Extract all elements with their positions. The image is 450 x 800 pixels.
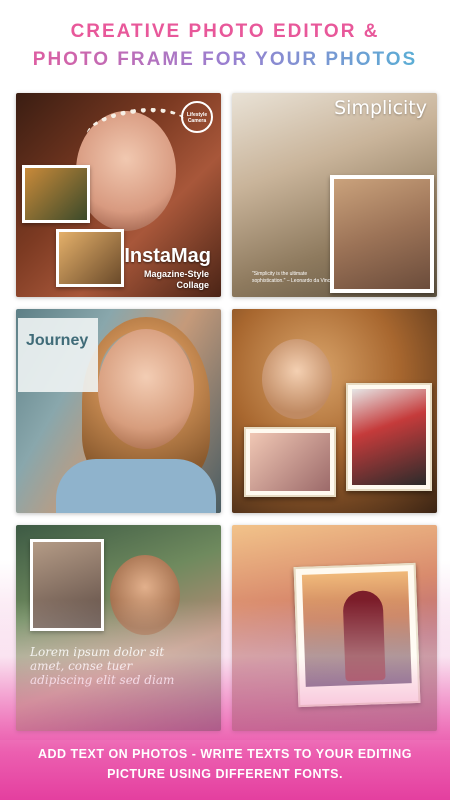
template-card-couple[interactable] (232, 525, 437, 731)
framed-photo (30, 539, 104, 631)
instamag-subtitle-line-2: Collage (176, 280, 209, 290)
couple-silhouette (342, 590, 386, 682)
instamag-title: InstaMag (124, 245, 211, 267)
headline-line-1: CREATIVE PHOTO EDITOR & (70, 21, 380, 42)
polaroid-photo (301, 571, 412, 687)
template-card-instamag[interactable]: Lifestyle Camera InstaMag Magazine-Style… (16, 93, 221, 297)
child-face (110, 555, 180, 635)
template-grid: Lifestyle Camera InstaMag Magazine-Style… (16, 93, 437, 733)
template-card-journey[interactable]: Journey (16, 309, 221, 513)
instamag-subtitle-line-1: Magazine-Style (143, 269, 209, 279)
lifestyle-camera-badge: Lifestyle Camera (181, 101, 213, 133)
polaroid-frame (244, 427, 336, 497)
polaroid-photo (352, 389, 426, 485)
inset-photo (22, 165, 90, 223)
polaroid-frame (293, 562, 421, 708)
headline-line-2: PHOTO FRAME FOR YOUR PHOTOS (0, 46, 450, 74)
inset-photo (56, 229, 124, 287)
template-card-simplicity[interactable]: Simplicity "Simplicity is the ultimate s… (232, 93, 437, 297)
simplicity-title: Simplicity (334, 97, 427, 119)
simplicity-quote: "Simplicity is the ultimate sophisticati… (252, 271, 332, 284)
polaroid-photo (250, 433, 330, 491)
overlay-text: Lorem ipsum dolor sit amet, conse tuer a… (30, 645, 175, 687)
instamag-subtitle: Magazine-Style Collage (144, 269, 209, 291)
template-card-text-overlay[interactable]: Lorem ipsum dolor sit amet, conse tuer a… (16, 525, 221, 731)
polaroid-frame (346, 383, 432, 491)
caption-line-2: PICTURE USING DIFFERENT FONTS. (107, 767, 343, 781)
denim-jacket (56, 459, 216, 513)
journey-title: Journey (26, 332, 89, 349)
feature-caption: ADD TEXT ON PHOTOS - WRITE TEXTS TO YOUR… (22, 744, 428, 784)
caption-line-1: ADD TEXT ON PHOTOS - WRITE TEXTS TO YOUR… (37, 747, 413, 761)
background-face (262, 339, 332, 419)
framed-portrait (330, 175, 434, 293)
headline: CREATIVE PHOTO EDITOR & PHOTO FRAME FOR … (0, 18, 450, 74)
template-card-polaroids[interactable] (232, 309, 437, 513)
journey-label-box: Journey (18, 318, 98, 392)
portrait-face (98, 329, 194, 449)
